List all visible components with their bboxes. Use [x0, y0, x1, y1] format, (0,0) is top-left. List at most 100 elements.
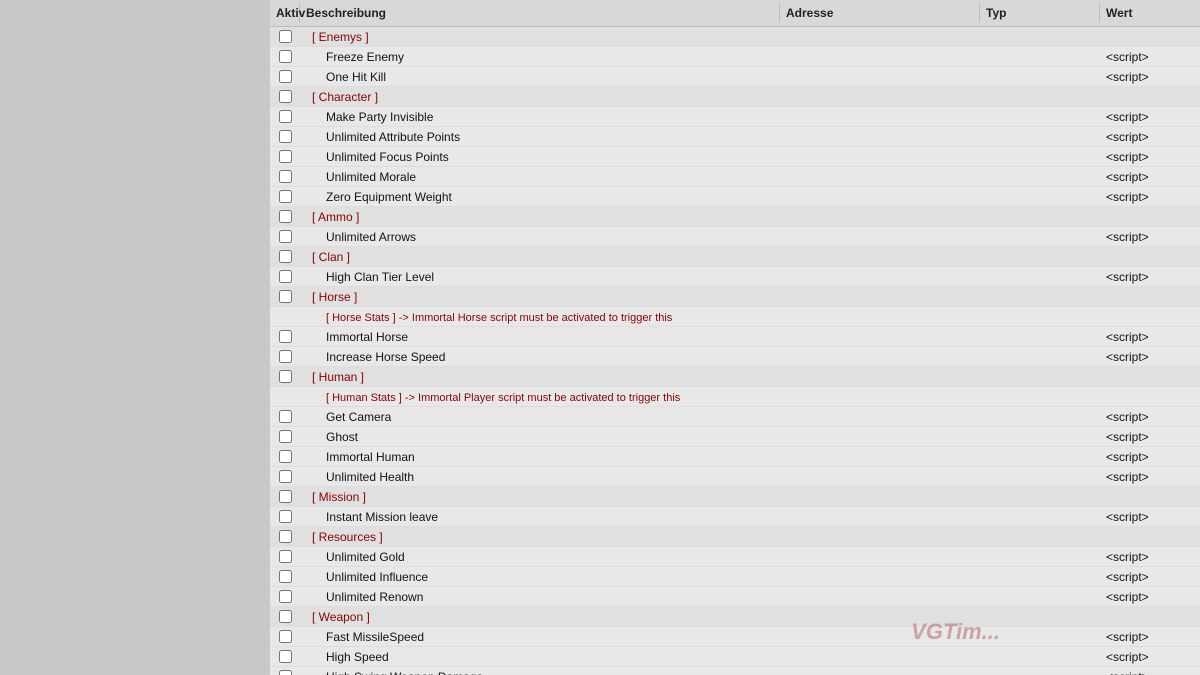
adresse-cell	[780, 356, 980, 358]
row-checkbox[interactable]	[279, 290, 292, 303]
row-checkbox[interactable]	[279, 90, 292, 103]
row-checkbox[interactable]	[279, 490, 292, 503]
row-checkbox[interactable]	[279, 250, 292, 263]
typ-cell	[980, 656, 1100, 658]
row-checkbox[interactable]	[279, 130, 292, 143]
row-checkbox[interactable]	[279, 630, 292, 643]
table-row: Make Party Invisible<script>	[270, 107, 1200, 127]
table-area[interactable]: Aktiv Beschreibung Adresse Typ Wert [ En…	[270, 0, 1200, 675]
item-label: Unlimited Gold	[306, 550, 405, 564]
category-label: [ Horse ]	[306, 288, 363, 306]
item-label: Unlimited Arrows	[306, 230, 416, 244]
row-checkbox[interactable]	[279, 410, 292, 423]
main-container: Aktiv Beschreibung Adresse Typ Wert [ En…	[0, 0, 1200, 675]
row-checkbox[interactable]	[279, 330, 292, 343]
category-row: [ Enemys ]	[270, 27, 1200, 47]
row-checkbox[interactable]	[279, 470, 292, 483]
typ-cell	[980, 396, 1100, 398]
col-adresse: Adresse	[780, 4, 980, 22]
table-row: Unlimited Attribute Points<script>	[270, 127, 1200, 147]
typ-cell	[980, 136, 1100, 138]
typ-cell	[980, 176, 1100, 178]
wert-cell	[1100, 36, 1200, 38]
table-row: Unlimited Focus Points<script>	[270, 147, 1200, 167]
row-checkbox[interactable]	[279, 370, 292, 383]
row-checkbox[interactable]	[279, 50, 292, 63]
adresse-cell	[780, 236, 980, 238]
col-beschreibung: Beschreibung	[300, 4, 780, 22]
typ-cell	[980, 56, 1100, 58]
typ-cell	[980, 76, 1100, 78]
typ-cell	[980, 276, 1100, 278]
row-checkbox[interactable]	[279, 550, 292, 563]
table-row: Unlimited Influence<script>	[270, 567, 1200, 587]
item-label: Unlimited Focus Points	[306, 150, 449, 164]
row-checkbox[interactable]	[279, 270, 292, 283]
row-checkbox[interactable]	[279, 110, 292, 123]
adresse-cell	[780, 296, 980, 298]
row-checkbox[interactable]	[279, 70, 292, 83]
category-row: [ Resources ]	[270, 527, 1200, 547]
row-checkbox[interactable]	[279, 450, 292, 463]
row-checkbox[interactable]	[279, 170, 292, 183]
row-checkbox[interactable]	[279, 230, 292, 243]
category-row: [ Clan ]	[270, 247, 1200, 267]
table-row: Unlimited Arrows <script>	[270, 227, 1200, 247]
adresse-cell	[780, 436, 980, 438]
item-label: Increase Horse Speed	[306, 350, 445, 364]
left-panel	[0, 0, 270, 675]
row-checkbox[interactable]	[279, 670, 292, 675]
adresse-cell	[780, 36, 980, 38]
category-row: [ Character ]	[270, 87, 1200, 107]
wert-cell: <script>	[1100, 669, 1200, 675]
adresse-cell	[780, 496, 980, 498]
wert-cell: <script>	[1100, 189, 1200, 205]
note-row: [ Horse Stats ] -> Immortal Horse script…	[270, 307, 1200, 327]
table-row: Freeze Enemy<script>	[270, 47, 1200, 67]
row-checkbox[interactable]	[279, 510, 292, 523]
category-row: [ Weapon ]	[270, 607, 1200, 627]
row-checkbox[interactable]	[279, 570, 292, 583]
row-checkbox[interactable]	[279, 530, 292, 543]
table-row: High Clan Tier Level<script>	[270, 267, 1200, 287]
wert-cell: <script>	[1100, 549, 1200, 565]
category-row: [ Ammo ]	[270, 207, 1200, 227]
category-label: [ Ammo ]	[306, 208, 365, 226]
adresse-cell	[780, 116, 980, 118]
category-label: [ Human ]	[306, 368, 370, 386]
category-label: [ Resources ]	[306, 528, 389, 546]
typ-cell	[980, 556, 1100, 558]
wert-cell	[1100, 376, 1200, 378]
item-label: Make Party Invisible	[306, 110, 433, 124]
wert-cell	[1100, 296, 1200, 298]
wert-cell: <script>	[1100, 229, 1200, 245]
col-typ: Typ	[980, 4, 1100, 22]
row-checkbox[interactable]	[279, 30, 292, 43]
row-checkbox[interactable]	[279, 650, 292, 663]
adresse-cell	[780, 276, 980, 278]
typ-cell	[980, 316, 1100, 318]
adresse-cell	[780, 476, 980, 478]
typ-cell	[980, 516, 1100, 518]
adresse-cell	[780, 96, 980, 98]
wert-cell	[1100, 316, 1200, 318]
adresse-cell	[780, 316, 980, 318]
row-checkbox[interactable]	[279, 190, 292, 203]
row-checkbox[interactable]	[279, 430, 292, 443]
row-checkbox[interactable]	[279, 610, 292, 623]
typ-cell	[980, 496, 1100, 498]
adresse-cell	[780, 376, 980, 378]
item-label: Freeze Enemy	[306, 50, 404, 64]
wert-cell: <script>	[1100, 629, 1200, 645]
row-checkbox[interactable]	[279, 210, 292, 223]
typ-cell	[980, 356, 1100, 358]
row-checkbox[interactable]	[279, 350, 292, 363]
wert-cell	[1100, 616, 1200, 618]
item-label: High Speed	[306, 650, 389, 664]
adresse-cell	[780, 76, 980, 78]
row-checkbox[interactable]	[279, 150, 292, 163]
wert-cell: <script>	[1100, 649, 1200, 665]
wert-cell	[1100, 96, 1200, 98]
item-label: Unlimited Renown	[306, 590, 423, 604]
row-checkbox[interactable]	[279, 590, 292, 603]
